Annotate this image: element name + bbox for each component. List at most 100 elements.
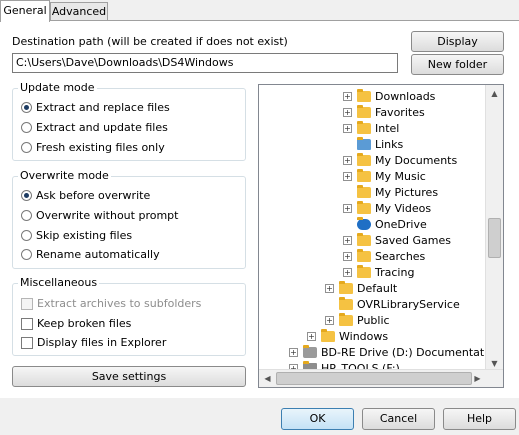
expand-icon[interactable]: + — [343, 203, 352, 213]
update-mode-title: Update mode — [18, 81, 97, 94]
expand-icon[interactable]: + — [343, 267, 352, 277]
folder-icon — [321, 328, 335, 342]
expand-icon[interactable]: + — [343, 235, 352, 245]
radio-selected-icon — [21, 190, 32, 201]
onedrive-cloud-icon — [357, 216, 371, 230]
tab-general[interactable]: General — [0, 0, 50, 22]
radio-extract-replace[interactable]: Extract and replace files — [21, 101, 170, 114]
radio-icon — [21, 122, 32, 133]
optical-drive-icon — [303, 344, 317, 358]
radio-overwrite-without-prompt[interactable]: Overwrite without prompt — [21, 209, 178, 222]
radio-ask-before-overwrite[interactable]: Ask before overwrite — [21, 189, 150, 202]
display-button[interactable]: Display — [411, 31, 504, 52]
tree-label: Favorites — [375, 105, 425, 119]
scroll-up-arrow-icon[interactable]: ▲ — [486, 85, 503, 102]
expand-icon[interactable]: + — [343, 155, 352, 165]
tree-horizontal-scrollbar[interactable]: ◀ ▶ — [259, 369, 503, 387]
tree-label: My Music — [375, 169, 426, 183]
radio-rename-automatically[interactable]: Rename automatically — [21, 248, 160, 261]
tree-label: Downloads — [375, 89, 436, 103]
tab-advanced[interactable]: Advanced — [50, 2, 108, 20]
tree-item-windows[interactable]: + Windows — [307, 328, 388, 344]
folder-icon — [339, 280, 353, 294]
misc-title: Miscellaneous — [18, 276, 100, 289]
folder-icon — [339, 312, 353, 326]
expand-icon[interactable]: + — [307, 331, 316, 341]
tree-item-my-documents[interactable]: + My Documents — [343, 152, 457, 168]
tree-item-links[interactable]: Links — [357, 136, 403, 152]
tree-label: Public — [357, 313, 390, 327]
tree-label: My Videos — [375, 201, 432, 215]
cancel-button[interactable]: Cancel — [362, 408, 435, 430]
expand-icon[interactable]: + — [343, 123, 352, 133]
checkbox-display-in-explorer[interactable]: Display files in Explorer — [21, 336, 166, 349]
horizontal-scroll-thumb[interactable] — [276, 372, 472, 385]
tree-item-tracing[interactable]: + Tracing — [343, 264, 414, 280]
overwrite-mode-title: Overwrite mode — [18, 169, 111, 182]
radio-label: Skip existing files — [36, 229, 133, 242]
search-folder-icon — [357, 248, 371, 262]
checkbox-label: Keep broken files — [37, 317, 132, 330]
checkbox-keep-broken-files[interactable]: Keep broken files — [21, 317, 131, 330]
radio-label: Overwrite without prompt — [36, 209, 179, 222]
favorites-folder-icon — [357, 104, 371, 118]
destination-label: Destination path (will be created if doe… — [12, 35, 288, 48]
tree-label: Saved Games — [375, 233, 451, 247]
tree-item-favorites[interactable]: + Favorites — [343, 104, 425, 120]
tree-item-downloads[interactable]: + Downloads — [343, 88, 435, 104]
checkbox-label: Display files in Explorer — [37, 336, 167, 349]
expand-icon[interactable]: + — [289, 347, 298, 357]
scroll-right-arrow-icon[interactable]: ▶ — [469, 370, 486, 387]
new-folder-button[interactable]: New folder — [411, 54, 504, 75]
scrollbar-corner — [486, 370, 503, 387]
tree-item-onedrive[interactable]: OneDrive — [357, 216, 427, 232]
tree-label: My Documents — [375, 153, 458, 167]
checkbox-icon — [21, 297, 33, 310]
tree-item-my-videos[interactable]: + My Videos — [343, 200, 431, 216]
expand-icon[interactable]: + — [343, 171, 352, 181]
tree-label: My Pictures — [375, 185, 439, 199]
tree-vertical-scrollbar[interactable]: ▲ ▼ — [485, 85, 503, 372]
radio-skip-existing[interactable]: Skip existing files — [21, 229, 132, 242]
vertical-scroll-thumb[interactable] — [488, 218, 501, 258]
tree-item-my-music[interactable]: + My Music — [343, 168, 426, 184]
tree-item-searches[interactable]: + Searches — [343, 248, 425, 264]
radio-selected-icon — [21, 102, 32, 113]
expand-icon[interactable]: + — [343, 107, 352, 117]
ok-button[interactable]: OK — [281, 408, 354, 430]
tree-label: BD-RE Drive (D:) Documentation C — [321, 345, 504, 359]
save-settings-button[interactable]: Save settings — [12, 366, 246, 387]
radio-label: Extract and update files — [36, 121, 168, 134]
music-folder-icon — [357, 168, 371, 182]
tree-item-ovrlibraryservice[interactable]: OVRLibraryService — [339, 296, 460, 312]
scroll-left-arrow-icon[interactable]: ◀ — [259, 370, 276, 387]
radio-label: Extract and replace files — [36, 101, 170, 114]
checkbox-extract-to-subfolders[interactable]: Extract archives to subfolders — [21, 297, 201, 310]
pictures-folder-icon — [357, 184, 371, 198]
radio-extract-update[interactable]: Extract and update files — [21, 121, 168, 134]
tree-item-my-pictures[interactable]: My Pictures — [357, 184, 438, 200]
radio-icon — [21, 142, 32, 153]
expand-icon[interactable]: + — [343, 251, 352, 261]
tree-item-default[interactable]: + Default — [325, 280, 397, 296]
expand-icon[interactable]: + — [325, 315, 334, 325]
tree-item-saved-games[interactable]: + Saved Games — [343, 232, 451, 248]
checkbox-icon — [21, 336, 33, 349]
folder-tree[interactable]: + Downloads + Favorites + Intel Links + My D… — [258, 84, 504, 388]
folder-icon — [357, 232, 371, 246]
tree-label: Links — [375, 137, 404, 151]
checkbox-label: Extract archives to subfolders — [37, 297, 202, 310]
tree-item-public[interactable]: + Public — [325, 312, 390, 328]
tree-label: OVRLibraryService — [357, 297, 460, 311]
expand-icon[interactable]: + — [325, 283, 334, 293]
tree-label: Intel — [375, 121, 400, 135]
expand-icon[interactable]: + — [343, 91, 352, 101]
radio-fresh-existing[interactable]: Fresh existing files only — [21, 141, 165, 154]
folder-icon — [357, 120, 371, 134]
radio-icon — [21, 249, 32, 260]
tree-item-intel[interactable]: + Intel — [343, 120, 399, 136]
tree-item-bd-re-drive[interactable]: + BD-RE Drive (D:) Documentation C — [289, 344, 504, 360]
tree-label: OneDrive — [375, 217, 427, 231]
destination-path-input[interactable]: C:\Users\Dave\Downloads\DS4Windows — [12, 53, 398, 73]
help-button[interactable]: Help — [443, 408, 516, 430]
